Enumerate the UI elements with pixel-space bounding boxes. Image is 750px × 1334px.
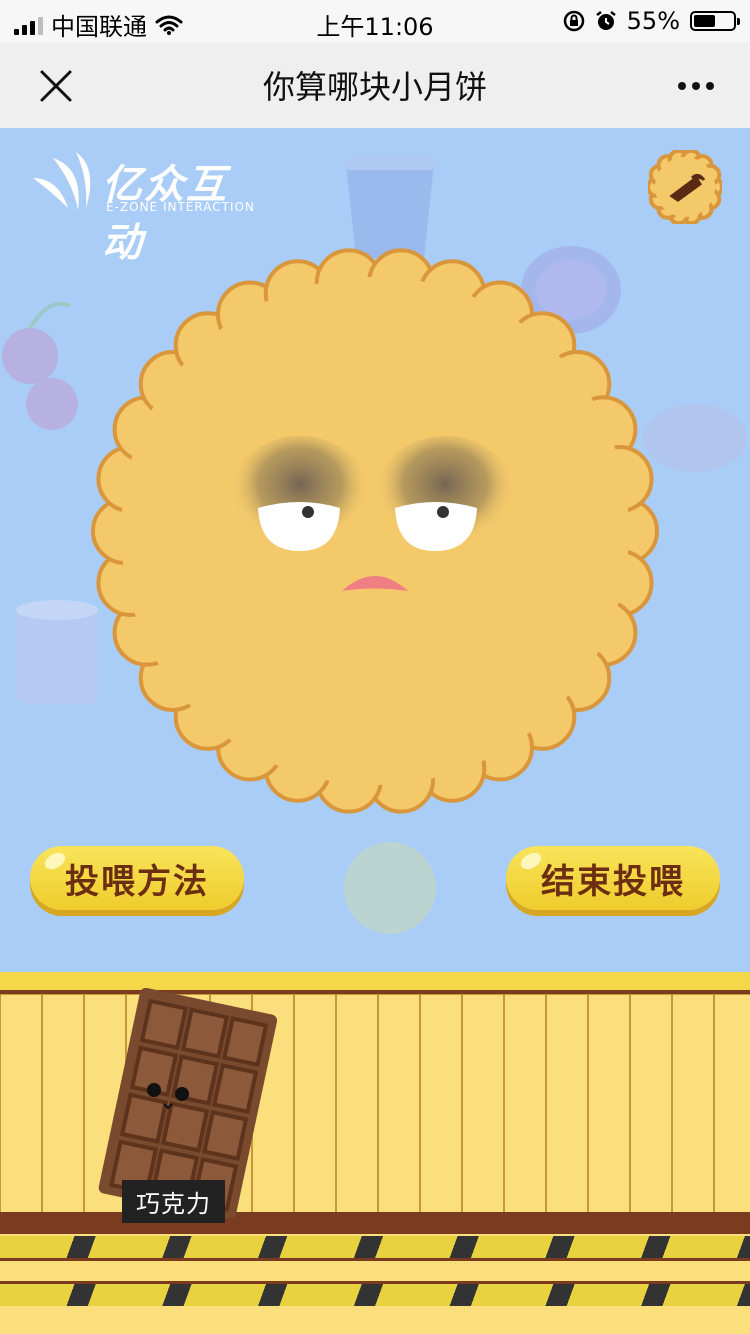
brand-logo: 亿众互动 E-ZONE INTERACTION (28, 148, 268, 266)
fence-strip (0, 1258, 750, 1284)
left-pupil (302, 506, 314, 518)
cherry-decoration (2, 301, 78, 430)
can-decoration (16, 600, 98, 704)
game-area: 亿众互动 E-ZONE INTERACTION 投喂方法 结束投喂 巧克力 (0, 128, 750, 1334)
more-icon[interactable] (672, 64, 720, 108)
status-right: 55% (563, 7, 740, 35)
chocolate-right-eye (175, 1087, 189, 1101)
hazard-stripe-top (0, 1236, 750, 1258)
rotation-lock-icon (563, 10, 584, 32)
battery-percent: 55% (626, 7, 680, 35)
logo-wing-icon (33, 152, 91, 210)
lime-decoration (344, 842, 436, 934)
chocolate-left-eye (147, 1083, 161, 1097)
right-pupil (437, 506, 449, 518)
alarm-icon (595, 11, 616, 30)
battery-icon (690, 11, 740, 31)
mooncake-character[interactable] (90, 246, 660, 816)
end-feeding-button[interactable]: 结束投喂 (506, 846, 720, 910)
hazard-stripe-bottom (0, 1284, 750, 1306)
mooncake-face (137, 293, 613, 769)
feed-method-button[interactable]: 投喂方法 (30, 846, 244, 910)
status-bar: 中国联通 上午11:06 55% (0, 0, 750, 42)
logo-subtitle: E-ZONE INTERACTION (106, 200, 255, 214)
item-label: 巧克力 (122, 1180, 225, 1223)
battery-fill (694, 15, 715, 27)
nav-bar: 你算哪块小月饼 (0, 42, 750, 129)
music-button[interactable] (648, 150, 722, 224)
page-title: 你算哪块小月饼 (262, 68, 487, 106)
